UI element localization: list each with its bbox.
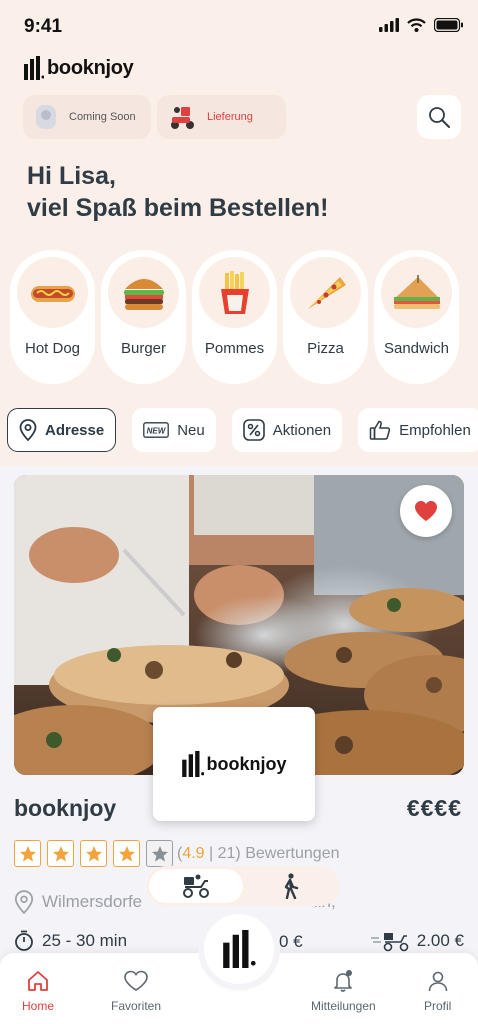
booknjoy-logo-icon: [24, 56, 44, 80]
category-burger[interactable]: Burger: [101, 250, 186, 384]
category-pizza[interactable]: Pizza: [283, 250, 368, 384]
restaurant-logo-name: booknjoy: [206, 753, 287, 774]
filter-recommended-label: Empfohlen: [399, 421, 471, 439]
nav-profile[interactable]: Profil: [424, 969, 451, 1013]
filter-new-label: Neu: [177, 421, 205, 439]
wifi-icon: [407, 18, 426, 32]
coming-soon-icon: [36, 105, 56, 129]
star-icon: [14, 840, 41, 867]
delivery-scooter-icon: [171, 107, 194, 129]
home-icon: [28, 971, 48, 991]
star-icon: [80, 840, 107, 867]
nav-favorites[interactable]: Favoriten: [111, 969, 161, 1013]
delivery-time: 25 - 30 min: [14, 930, 127, 952]
pickup-toggle[interactable]: [243, 869, 337, 903]
search-icon: [429, 107, 450, 128]
filter-new[interactable]: NEW Neu: [132, 408, 216, 452]
rating-summary: (4.9 | 21) Bewertungen: [177, 845, 340, 862]
delivery-scooter-icon: [183, 874, 209, 898]
delivery-fee: 2.00 €: [370, 930, 464, 952]
nav-home-label: Home: [22, 999, 55, 1013]
nav-profile-label: Profil: [424, 999, 452, 1013]
price-level: €€€€: [406, 795, 462, 821]
coming-soon-mode-button[interactable]: Coming Soon: [23, 95, 151, 139]
new-badge-icon: NEW: [143, 422, 170, 438]
walking-icon: [284, 873, 299, 899]
rating-value: 4.9: [182, 845, 205, 862]
delivery-scooter-icon: [370, 933, 409, 952]
category-list: Hot Dog Burger Pommes Pizza Sandwich: [10, 250, 459, 384]
burger-icon: [123, 278, 164, 310]
restaurant-name[interactable]: booknjoy: [14, 795, 116, 822]
thumbs-up-icon: [369, 420, 391, 440]
delivery-mode-button[interactable]: Lieferung: [157, 95, 286, 139]
delivery-time-text: 25 - 30 min: [42, 931, 128, 950]
filter-recommended[interactable]: Empfohlen: [358, 408, 478, 452]
signal-icon: [379, 18, 399, 32]
coming-soon-label: Coming Soon: [69, 111, 136, 123]
status-time: 9:41: [24, 16, 63, 37]
order-type-toggle: [146, 866, 340, 906]
star-rating: [14, 840, 173, 867]
sandwich-icon: [393, 274, 440, 309]
pizza-icon: [307, 276, 346, 309]
category-label: Pizza: [307, 340, 344, 357]
filter-bar: Adresse NEW Neu Aktionen Empfohlen: [7, 408, 478, 452]
hotdog-icon: [30, 285, 75, 302]
timer-icon: [15, 930, 33, 951]
category-label: Hot Dog: [24, 340, 81, 357]
heart-outline-icon: [124, 970, 148, 991]
address-text: Wilmersdorfe: [42, 892, 143, 911]
star-icon: [47, 840, 74, 867]
filter-address-label: Adresse: [45, 421, 105, 439]
search-button[interactable]: [417, 95, 461, 139]
category-label: Pommes: [204, 340, 265, 357]
restaurant-logo-card: booknjoy: [153, 707, 315, 821]
category-sandwich[interactable]: Sandwich: [374, 250, 459, 384]
greeting-line-2: viel Spaß beim Bestellen!: [27, 194, 329, 222]
nav-notifications-label: Mitteilungen: [311, 999, 376, 1013]
fries-icon: [220, 270, 249, 314]
category-pommes[interactable]: Pommes: [192, 250, 277, 384]
nav-notifications[interactable]: Mitteilungen: [311, 969, 376, 1013]
app-name: booknjoy: [47, 56, 134, 79]
percent-icon: [242, 419, 265, 441]
delivery-fee-text: 2.00 €: [416, 931, 464, 950]
star-icon: [113, 840, 140, 867]
greeting-line-1: Hi Lisa,: [27, 162, 116, 190]
restaurant-address: Wilmersdorfe: [14, 890, 142, 914]
filter-deals[interactable]: Aktionen: [231, 408, 343, 452]
center-app-button[interactable]: [204, 914, 274, 984]
heart-icon: [415, 501, 437, 521]
user-icon: [428, 971, 447, 992]
new-badge-text: NEW: [147, 427, 167, 436]
app-logo: booknjoy: [24, 54, 134, 82]
booknjoy-logo-icon: [181, 751, 204, 777]
filter-address[interactable]: Adresse: [7, 408, 117, 452]
filter-deals-label: Aktionen: [272, 421, 332, 439]
category-label: Burger: [120, 340, 167, 357]
bell-icon: [334, 970, 353, 992]
location-pin-icon: [14, 890, 34, 914]
nav-home[interactable]: Home: [22, 969, 54, 1013]
booknjoy-logo-icon: [223, 930, 256, 968]
rating-count: | 21) Bewertungen: [204, 845, 340, 862]
min-order-value: 0 €: [279, 932, 303, 951]
star-empty-icon: [146, 840, 173, 867]
status-icons: [379, 18, 464, 32]
status-bar: 9:41: [0, 0, 478, 50]
nav-favorites-label: Favoriten: [111, 999, 162, 1013]
favorite-button[interactable]: [400, 485, 452, 537]
battery-icon: [434, 18, 463, 32]
delivery-label: Lieferung: [207, 111, 253, 123]
greeting: Hi Lisa, viel Spaß beim Bestellen!: [27, 160, 329, 224]
category-hot-dog[interactable]: Hot Dog: [10, 250, 95, 384]
location-pin-icon: [19, 419, 37, 441]
category-label: Sandwich: [383, 340, 450, 357]
delivery-toggle[interactable]: [149, 869, 243, 903]
